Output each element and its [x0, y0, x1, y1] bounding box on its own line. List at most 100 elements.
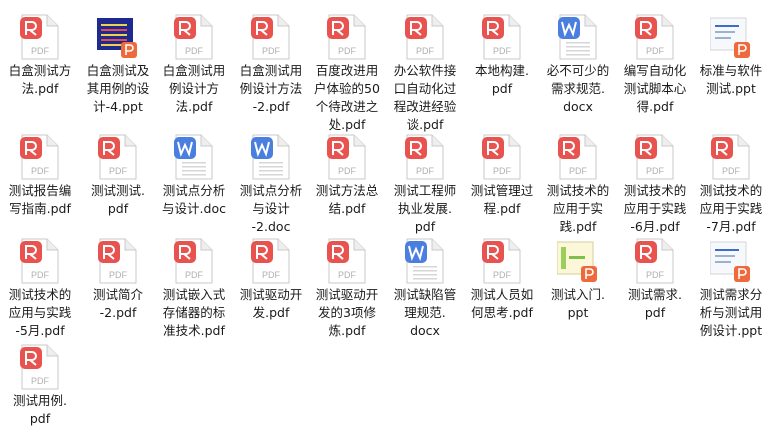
file-item[interactable]: PDF 测试工程师 执业发展. pdf: [387, 124, 463, 236]
svg-text:PDF: PDF: [109, 270, 128, 280]
file-name-label: 测试人员如 何思考.pdf: [470, 287, 534, 320]
pdf-file-icon: PDF: [173, 238, 215, 284]
word-file-icon: [404, 238, 446, 284]
file-item[interactable]: 必不可少的 需求规范. docx: [540, 4, 616, 116]
svg-text:PDF: PDF: [646, 270, 665, 280]
file-grid: PDF 白盒测试方 法.pdf 白盒测试及 其用例的设 计-4.ppt PDF 白盒测试…: [0, 0, 781, 443]
pdf-file-icon: PDF: [557, 134, 599, 180]
file-item[interactable]: PDF 测试测试. pdf: [80, 124, 156, 236]
pdf-file-icon: PDF: [481, 134, 523, 180]
file-name-label: 标准与软件 测试.ppt: [699, 63, 763, 96]
file-name-label: 测试技术的 应用与实践 -5月.pdf: [8, 287, 72, 338]
pdf-file-icon: PDF: [19, 134, 61, 180]
file-name-label: 测试用例. pdf: [13, 393, 67, 426]
file-item[interactable]: PDF 测试技术的 应用与实践 -5月.pdf: [2, 228, 78, 340]
pdf-file-icon: PDF: [19, 238, 61, 284]
file-item[interactable]: PDF 测试需求. pdf: [617, 228, 693, 340]
pdf-file-icon: PDF: [326, 134, 368, 180]
file-item[interactable]: 标准与软件 测试.ppt: [693, 4, 769, 116]
svg-text:PDF: PDF: [493, 46, 512, 56]
word-file-icon: [557, 14, 599, 60]
file-item[interactable]: PDF 白盒测试用 例设计方法 -2.pdf: [233, 4, 309, 116]
file-name-label: 本地构建. pdf: [475, 63, 529, 96]
file-name-label: 测试简介 -2.pdf: [92, 287, 143, 320]
file-item[interactable]: 测试点分析 与设计.doc: [156, 124, 232, 236]
pdf-file-icon: PDF: [250, 238, 292, 284]
svg-text:PDF: PDF: [31, 270, 50, 280]
file-name-label: 测试入门. ppt: [551, 287, 605, 320]
pdf-file-icon: PDF: [634, 134, 676, 180]
file-item[interactable]: PDF 测试技术的 应用于实 践.pdf: [540, 124, 616, 236]
file-name-label: 白盒测试及 其用例的设 计-4.ppt: [86, 63, 150, 114]
file-item[interactable]: PDF 测试技术的 应用于实践 -7月.pdf: [693, 124, 769, 236]
file-item[interactable]: PDF 测试人员如 何思考.pdf: [464, 228, 540, 340]
svg-text:PDF: PDF: [646, 166, 665, 176]
pdf-file-icon: PDF: [326, 14, 368, 60]
svg-text:PDF: PDF: [109, 166, 128, 176]
file-name-label: 测试需求分 析与测试用 例设计.ppt: [699, 287, 763, 338]
svg-text:PDF: PDF: [493, 166, 512, 176]
svg-text:PDF: PDF: [185, 270, 204, 280]
pdf-file-icon: PDF: [97, 134, 139, 180]
file-name-label: 测试管理过 程.pdf: [470, 183, 534, 216]
pdf-file-icon: PDF: [250, 14, 292, 60]
file-item[interactable]: PDF 测试技术的 应用于实践 -6月.pdf: [617, 124, 693, 236]
file-name-label: 白盒测试用 例设计方 法.pdf: [162, 63, 226, 114]
ppt-file-icon: [710, 238, 752, 284]
svg-text:PDF: PDF: [338, 166, 357, 176]
svg-text:PDF: PDF: [185, 46, 204, 56]
file-name-label: 白盒测试方 法.pdf: [8, 63, 72, 96]
svg-text:PDF: PDF: [646, 46, 665, 56]
svg-text:PDF: PDF: [416, 166, 435, 176]
file-item[interactable]: PDF 测试驱动开 发.pdf: [233, 228, 309, 340]
ppt-file-icon: [557, 238, 599, 284]
file-item[interactable]: PDF 测试简介 -2.pdf: [80, 228, 156, 340]
svg-text:PDF: PDF: [262, 270, 281, 280]
pdf-file-icon: PDF: [19, 14, 61, 60]
file-name-label: 编写自动化 测试脚本心 得.pdf: [623, 63, 687, 114]
pdf-file-icon: PDF: [634, 238, 676, 284]
file-item[interactable]: PDF 白盒测试方 法.pdf: [2, 4, 78, 116]
pdf-file-icon: PDF: [634, 14, 676, 60]
svg-text:PDF: PDF: [262, 46, 281, 56]
file-name-label: 必不可少的 需求规范. docx: [546, 63, 610, 114]
file-item[interactable]: PDF 编写自动化 测试脚本心 得.pdf: [617, 4, 693, 116]
svg-text:PDF: PDF: [416, 46, 435, 56]
file-item[interactable]: 测试点分析 与设计 -2.doc: [233, 124, 309, 236]
file-name-label: 测试报告编 写指南.pdf: [8, 183, 72, 216]
file-item[interactable]: PDF 测试方法总 结.pdf: [309, 124, 385, 236]
file-name-label: 测试方法总 结.pdf: [315, 183, 379, 216]
pdf-file-icon: PDF: [97, 238, 139, 284]
pdf-file-icon: PDF: [481, 14, 523, 60]
file-name-label: 白盒测试用 例设计方法 -2.pdf: [239, 63, 303, 114]
svg-text:PDF: PDF: [338, 46, 357, 56]
ppt-file-icon: [97, 14, 139, 60]
file-item[interactable]: 白盒测试及 其用例的设 计-4.ppt: [80, 4, 156, 116]
pdf-file-icon: PDF: [481, 238, 523, 284]
file-name-label: 测试嵌入式 存储器的标 准技术.pdf: [162, 287, 226, 338]
ppt-file-icon: [710, 14, 752, 60]
file-item[interactable]: PDF 白盒测试用 例设计方 法.pdf: [156, 4, 232, 116]
pdf-file-icon: PDF: [404, 14, 446, 60]
file-item[interactable]: PDF 本地构建. pdf: [464, 4, 540, 116]
pdf-file-icon: PDF: [326, 238, 368, 284]
file-name-label: 测试测试. pdf: [91, 183, 145, 216]
file-item[interactable]: 测试入门. ppt: [540, 228, 616, 340]
file-item[interactable]: PDF 测试管理过 程.pdf: [464, 124, 540, 236]
pdf-file-icon: PDF: [404, 134, 446, 180]
file-item[interactable]: 测试缺陷管 理规范. docx: [387, 228, 463, 340]
file-item[interactable]: PDF 测试用例. pdf: [2, 334, 78, 446]
svg-text:PDF: PDF: [31, 376, 50, 386]
pdf-file-icon: PDF: [173, 14, 215, 60]
svg-text:PDF: PDF: [569, 166, 588, 176]
pdf-file-icon: PDF: [710, 134, 752, 180]
file-item[interactable]: PDF 测试报告编 写指南.pdf: [2, 124, 78, 236]
file-item[interactable]: PDF 测试驱动开 发的3项修 炼.pdf: [309, 228, 385, 340]
file-item[interactable]: 测试需求分 析与测试用 例设计.ppt: [693, 228, 769, 340]
file-item[interactable]: PDF 测试嵌入式 存储器的标 准技术.pdf: [156, 228, 232, 340]
file-name-label: 测试点分析 与设计.doc: [162, 183, 226, 216]
svg-text:PDF: PDF: [31, 166, 50, 176]
file-item[interactable]: PDF 办公软件接 口自动化过 程改进经验 谈.pdf: [387, 4, 463, 132]
file-item[interactable]: PDF 百度改进用 户体验的50 个待改进之 处.pdf: [309, 4, 385, 132]
file-name-label: 测试需求. pdf: [628, 287, 682, 320]
